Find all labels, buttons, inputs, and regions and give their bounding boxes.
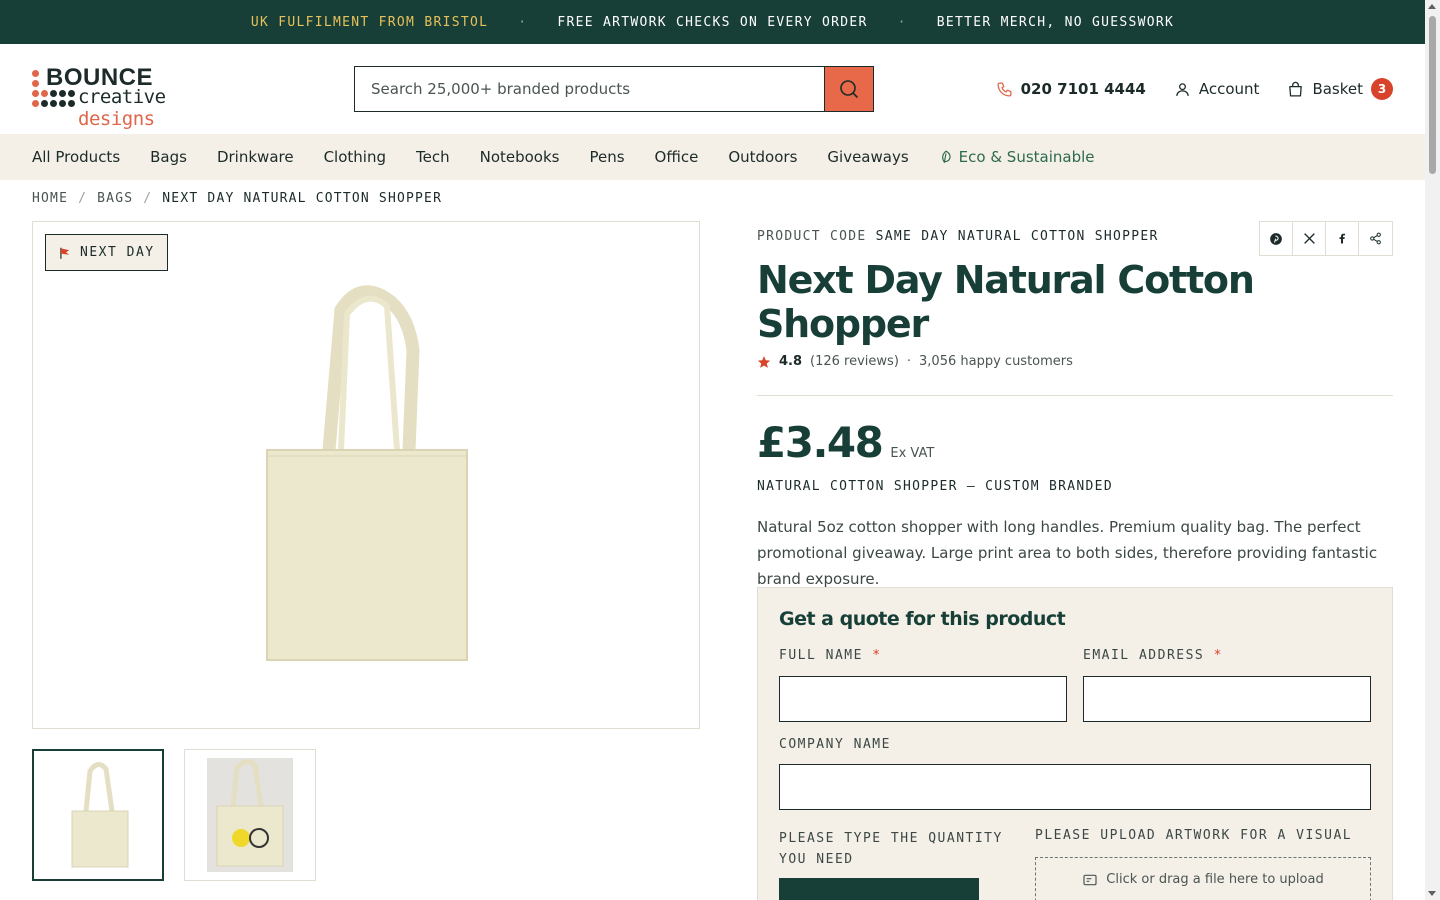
facebook-share-button[interactable] [1326,222,1359,255]
company-name-field[interactable] [779,764,1371,810]
thumbnail-printed-bag-image [207,758,293,872]
nav-item-giveaways[interactable]: Giveaways [827,148,908,166]
breadcrumb-current: NEXT DAY NATURAL COTTON SHOPPER [162,191,443,206]
basket-link[interactable]: Basket 3 [1287,78,1393,100]
basket-label: Basket [1312,80,1363,98]
breadcrumb-bags[interactable]: BAGS [97,191,133,206]
required-marker: * [872,648,882,663]
product-description: Natural 5oz cotton shopper with long han… [757,518,1378,588]
product-code-value: SAME DAY NATURAL COTTON SHOPPER [875,229,1159,244]
header-actions: 020 7101 4444 Account Basket 3 [996,74,1393,104]
breadcrumb-home[interactable]: HOME [32,191,68,206]
search-button[interactable] [824,67,873,111]
nav-eco-label: Eco & Sustainable [958,148,1095,166]
announcement-bar: UK FULFILMENT FROM BRISTOL · FREE ARTWOR… [0,0,1425,44]
product-title: Next Day Natural Cotton Shopper [757,258,1255,346]
breadcrumb-separator: / [143,191,153,206]
nav-item-office[interactable]: Office [655,148,699,166]
quote-form-heading: Get a quote for this product [779,608,1066,630]
price-amount: £3.48 [757,418,884,467]
facebook-icon [1339,233,1345,244]
x-share-button[interactable] [1293,222,1326,255]
required-marker: * [1213,648,1223,663]
gallery-thumbnail[interactable] [32,749,164,881]
upload-instructions: Click or drag a file here to upload [1106,872,1324,887]
thumbnail-plain-bag-image [71,762,129,868]
product-price: £3.48 Ex VAT [757,418,1393,467]
product-info: PRODUCT CODE SAME DAY NATURAL COTTON SHO… [757,221,1393,592]
page-scrollbar[interactable] [1425,0,1440,900]
rating-separator: · [906,354,912,369]
basket-count-badge: 3 [1371,78,1393,100]
breadcrumb: HOME / BAGS / NEXT DAY NATURAL COTTON SH… [32,191,442,206]
product-code-label: PRODUCT CODE [757,229,867,244]
email-address-label: EMAIL ADDRESS * [1083,648,1223,663]
search-input[interactable] [355,67,824,111]
logo-word-creative: creative designs [78,86,166,130]
happy-customers-count: 3,056 happy customers [919,354,1073,369]
generic-share-button[interactable] [1359,222,1392,255]
next-day-badge: NEXT DAY [45,234,168,271]
account-label: Account [1198,80,1260,98]
pinterest-share-button[interactable] [1260,222,1293,255]
nav-item-notebooks[interactable]: Notebooks [480,148,560,166]
site-header: BOUNCE creative designs 020 7101 4444 Ac… [0,44,1425,134]
phone-link[interactable]: 020 7101 4444 [996,80,1146,98]
nav-item-bags[interactable]: Bags [150,148,187,166]
nav-item-tech[interactable]: Tech [416,148,450,166]
company-name-label: COMPANY NAME [779,737,891,752]
divider [757,395,1393,396]
announcement-separator: · [897,14,907,30]
full-name-label: FULL NAME * [779,648,882,663]
account-link[interactable]: Account [1174,80,1260,98]
quote-form: Get a quote for this product FULL NAME *… [757,587,1393,900]
rating-score: 4.8 [779,354,803,369]
scroll-up-arrow-icon[interactable] [1428,4,1436,9]
artwork-upload-dropzone[interactable]: Click or drag a file here to upload [1035,857,1371,900]
product-gallery[interactable]: NEXT DAY [32,221,700,729]
price-vat-note: Ex VAT [890,446,935,461]
share-icon [1370,232,1381,245]
flag-icon [60,247,70,259]
phone-number: 020 7101 4444 [1020,80,1146,98]
star-icon [757,355,771,368]
product-main-image [266,285,468,661]
scroll-down-arrow-icon[interactable] [1428,891,1436,896]
upload-file-icon [1083,874,1097,886]
share-buttons [1259,221,1393,256]
main-navigation: All Products Bags Drinkware Clothing Tec… [0,134,1425,180]
leaf-icon [941,150,951,163]
announcement-fulfilment: UK FULFILMENT FROM BRISTOL [250,14,489,30]
email-address-field[interactable] [1083,676,1371,722]
quantity-stepper[interactable] [779,878,979,900]
product-rating[interactable]: 4.8 (126 reviews) · 3,056 happy customer… [757,354,1393,369]
announcement-better-merch: BETTER MERCH, NO GUESSWORK [936,14,1175,30]
shopping-bag-icon [1289,81,1303,97]
nav-item-all-products[interactable]: All Products [32,148,120,166]
full-name-field[interactable] [779,676,1067,722]
next-day-badge-label: NEXT DAY [80,245,155,260]
user-icon [1176,82,1189,96]
breadcrumb-separator: / [78,191,88,206]
product-subtitle: NATURAL COTTON SHOPPER — CUSTOM BRANDED [757,479,1113,494]
scrollbar-thumb[interactable] [1429,16,1436,174]
gallery-thumbnail[interactable] [184,749,316,881]
nav-item-pens[interactable]: Pens [589,148,624,166]
quantity-label: PLEASE TYPE THE QUANTITY YOU NEED [779,831,1003,867]
phone-icon [997,81,1012,97]
nav-item-eco-sustainable[interactable]: Eco & Sustainable [939,148,1095,166]
brand-logo[interactable]: BOUNCE creative designs [32,64,222,130]
search-icon [840,80,859,99]
review-count: (126 reviews) [810,354,899,369]
nav-item-outdoors[interactable]: Outdoors [728,148,797,166]
nav-item-drinkware[interactable]: Drinkware [217,148,294,166]
nav-item-clothing[interactable]: Clothing [324,148,386,166]
pinterest-icon [1270,232,1282,245]
x-twitter-icon [1303,233,1315,244]
artwork-upload-label: PLEASE UPLOAD ARTWORK FOR A VISUAL [1035,828,1353,843]
announcement-separator: · [518,14,528,30]
search-bar [354,66,874,112]
announcement-artwork-checks: FREE ARTWORK CHECKS ON EVERY ORDER [557,14,868,30]
